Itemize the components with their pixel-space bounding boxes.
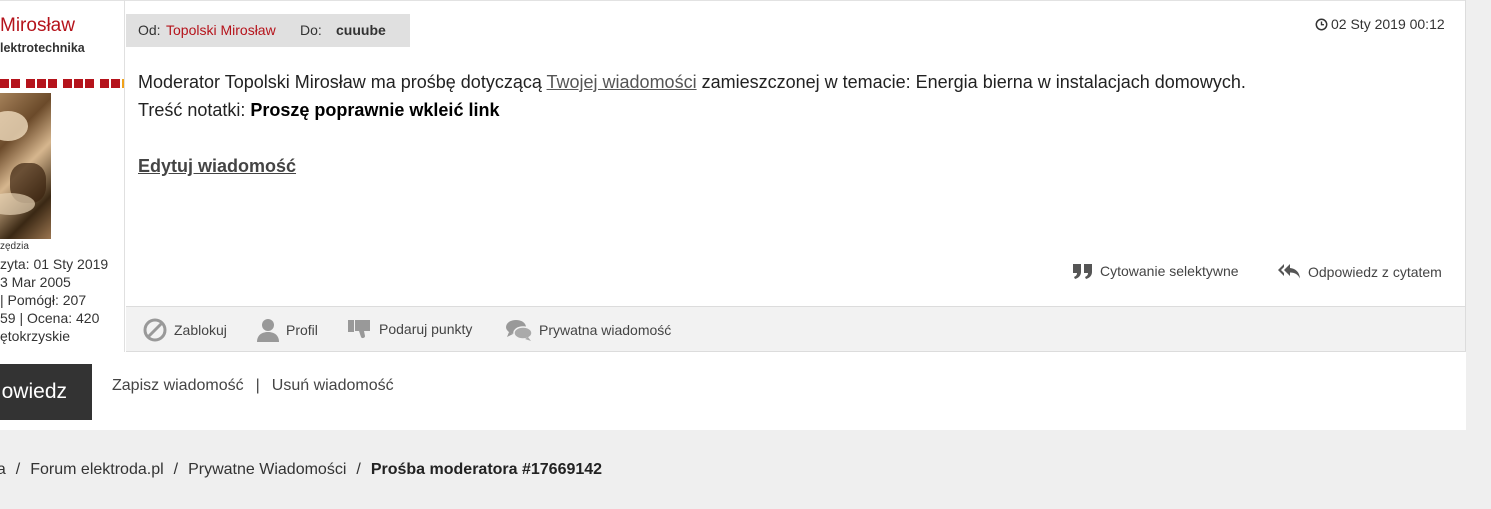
private-message-label: Prywatna wiadomość — [539, 322, 672, 338]
edit-message-link-wrap: Edytuj wiadomość — [138, 156, 296, 177]
breadcrumb-current: Prośba moderatora #17669142 — [370, 461, 603, 478]
profile-stat: 59 | Ocena: 420 — [0, 310, 100, 326]
breadcrumb-separator: / — [15, 461, 21, 478]
breadcrumb-item-forum[interactable]: Forum elektroda.pl — [30, 461, 163, 478]
rank-pip — [11, 79, 20, 88]
save-message-link[interactable]: Zapisz wiadomość — [112, 377, 244, 394]
block-button[interactable]: Zablokuj — [143, 318, 227, 342]
breadcrumb-item-home[interactable]: na — [0, 461, 6, 478]
card-right-border — [1465, 0, 1466, 352]
quote-icon — [1072, 262, 1094, 280]
avatar[interactable] — [0, 93, 51, 239]
post-action-bar: Zablokuj Profil Podaruj punkty Prywatna … — [126, 306, 1465, 352]
reply-button[interactable]: owiedz — [0, 364, 92, 420]
profile-stat: | Pomógł: 207 — [0, 292, 87, 308]
chat-icon — [506, 318, 532, 342]
profile-label: Profil — [286, 322, 318, 338]
profile-button[interactable]: Profil — [257, 318, 318, 342]
reply-links: Zapisz wiadomość | Usuń wiadomość — [112, 377, 394, 395]
user-icon — [257, 318, 279, 342]
profile-stat: ętokrzyskie — [0, 328, 71, 344]
rank-bar — [0, 79, 124, 88]
to-user: cuuube — [336, 22, 386, 38]
message-line-1: Moderator Topolski Mirosław ma prośbę do… — [138, 72, 1246, 93]
from-label: Od: — [138, 22, 161, 38]
reply-with-quote-label: Odpowiedz z cytatem — [1308, 264, 1442, 280]
breadcrumb: na / Forum elektroda.pl / Prywatne Wiadomośc… — [0, 461, 602, 479]
rank-pip — [100, 79, 109, 88]
message-date: 02 Sty 2019 00:12 — [1315, 16, 1445, 32]
rank-pip — [85, 79, 94, 88]
avatar-caption: zędzia — [0, 241, 29, 252]
edit-message-link[interactable]: Edytuj wiadomość — [138, 156, 296, 176]
give-points-button[interactable]: Podaruj punkty — [348, 318, 472, 340]
block-icon — [143, 318, 167, 342]
rank-pip — [0, 79, 9, 88]
sender-sidebar: Mirosław lektrotechnika zędzia zyta: 01 … — [0, 0, 125, 352]
give-points-label: Podaruj punkty — [379, 321, 473, 337]
delete-message-link[interactable]: Usuń wiadomość — [272, 377, 394, 394]
selective-quote-button[interactable]: Cytowanie selektywne — [1072, 262, 1239, 280]
separator: | — [255, 377, 260, 394]
from-user-link[interactable]: Topolski Mirosław — [166, 22, 276, 38]
thumbs-up-icon — [348, 318, 372, 340]
rank-pip — [111, 79, 120, 88]
reply-all-icon — [1277, 262, 1302, 282]
block-label: Zablokuj — [174, 322, 227, 338]
your-message-link[interactable]: Twojej wiadomości — [547, 72, 697, 92]
rank-pip — [63, 79, 72, 88]
breadcrumb-item-private-messages[interactable]: Prywatne Wiadomości — [188, 461, 346, 478]
breadcrumb-separator: / — [356, 461, 361, 478]
message-card — [0, 0, 1466, 430]
sender-username[interactable]: Mirosław — [0, 15, 75, 37]
rank-pip-gold — [122, 79, 124, 88]
reply-with-quote-button[interactable]: Odpowiedz z cytatem — [1277, 262, 1442, 282]
clock-icon — [1315, 18, 1328, 31]
message-text: zamieszczonej w temacie: Energia bierna … — [696, 72, 1246, 92]
private-message-button[interactable]: Prywatna wiadomość — [506, 318, 671, 342]
message-note: Treść notatki: Proszę poprawnie wkleić l… — [138, 100, 499, 121]
rank-pip — [48, 79, 57, 88]
sender-rank: lektrotechnika — [0, 41, 85, 55]
date-text: 02 Sty 2019 00:12 — [1331, 16, 1445, 32]
profile-stat: zyta: 01 Sty 2019 — [0, 256, 109, 272]
profile-stat: 3 Mar 2005 — [0, 274, 71, 290]
message-header: Od: Topolski Mirosław Do: cuuube — [126, 14, 410, 47]
to-label: Do: — [300, 22, 322, 38]
selective-quote-label: Cytowanie selektywne — [1100, 263, 1239, 279]
note-text: Proszę poprawnie wkleić link — [250, 100, 500, 120]
note-label: Treść notatki: — [138, 100, 251, 120]
card-top-border — [0, 0, 1466, 1]
rank-pip — [37, 79, 46, 88]
message-text: Moderator Topolski Mirosław ma prośbę do… — [138, 72, 547, 92]
rank-pip — [26, 79, 35, 88]
rank-pip — [74, 79, 83, 88]
breadcrumb-separator: / — [173, 461, 179, 478]
